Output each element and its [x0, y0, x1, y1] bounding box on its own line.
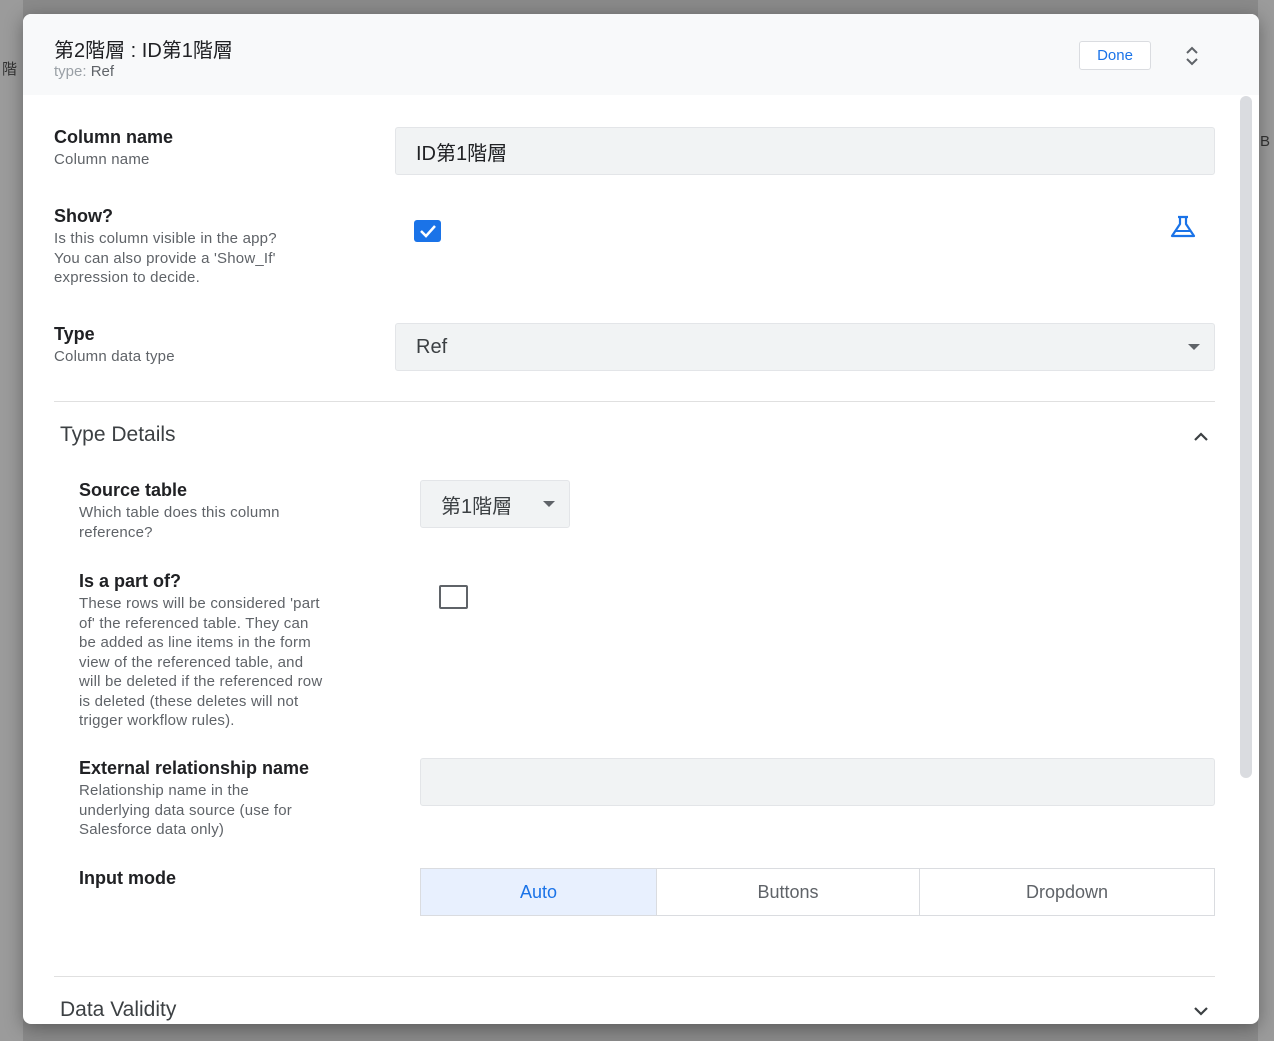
- source-table-description-line: Which table does this column: [79, 504, 280, 521]
- dialog-title: 第2階層 : ID第1階層: [54, 40, 233, 62]
- part-of-description: These rows will be considered 'part of' …: [79, 594, 322, 731]
- input-mode-auto-button[interactable]: Auto: [420, 868, 657, 916]
- show-description-line: You can also provide a 'Show_If': [54, 249, 276, 267]
- input-mode-label: Input mode: [79, 868, 176, 888]
- source-table-select-value: 第1階層: [441, 495, 513, 518]
- show-description-line: expression to decide.: [54, 269, 200, 286]
- type-select-value: Ref: [416, 335, 448, 358]
- part-of-description-line: is deleted (these deletes will not: [79, 692, 299, 710]
- done-button[interactable]: Done: [1079, 41, 1151, 70]
- type-label: Type: [54, 324, 95, 344]
- source-table-description-line: reference?: [79, 523, 153, 541]
- dropdown-arrow-icon: [1188, 344, 1200, 350]
- column-name-input[interactable]: ID第1階層: [395, 127, 1215, 175]
- external-relationship-description-line: Salesforce data only): [79, 821, 225, 838]
- type-description: Column data type: [54, 348, 175, 365]
- data-validity-title[interactable]: Data Validity: [60, 998, 176, 1022]
- dropdown-arrow-icon: [543, 501, 555, 507]
- chevron-down-icon[interactable]: [1193, 1006, 1209, 1016]
- scrollbar-thumb[interactable]: [1240, 96, 1252, 778]
- source-table-label: Source table: [79, 480, 188, 500]
- flask-icon[interactable]: [1169, 215, 1197, 239]
- background-text-left: 階: [2, 61, 18, 78]
- external-relationship-input[interactable]: [420, 758, 1215, 806]
- column-edit-dialog: 第2階層 : ID第1階層 type: Ref Done Column name…: [23, 14, 1259, 1024]
- part-of-label: Is a part of?: [79, 571, 182, 591]
- show-label: Show?: [54, 206, 113, 226]
- column-name-label: Column name: [54, 127, 174, 147]
- chevron-up-icon[interactable]: [1193, 432, 1209, 442]
- type-prefix: type:: [54, 63, 87, 80]
- source-table-select[interactable]: 第1階層: [420, 480, 570, 528]
- external-relationship-description: Relationship name in the underlying data…: [79, 781, 292, 840]
- part-of-checkbox[interactable]: [439, 585, 468, 609]
- dialog-header: 第2階層 : ID第1階層 type: Ref Done: [23, 14, 1259, 95]
- input-mode-buttons-button[interactable]: Buttons: [656, 868, 920, 916]
- type-select[interactable]: Ref: [395, 323, 1215, 371]
- input-mode-dropdown-button[interactable]: Dropdown: [919, 868, 1215, 916]
- dialog-subtitle: type: Ref: [54, 63, 114, 80]
- part-of-description-line: These rows will be considered 'part: [79, 595, 320, 612]
- source-table-description: Which table does this column reference?: [79, 503, 280, 542]
- section-divider: [54, 976, 1215, 977]
- section-divider: [54, 401, 1215, 402]
- unfold-less-icon[interactable]: [1184, 45, 1200, 67]
- external-relationship-label: External relationship name: [79, 758, 310, 778]
- checkmark-icon: [419, 225, 436, 238]
- type-details-title[interactable]: Type Details: [60, 423, 176, 447]
- background-panel-right: [1258, 0, 1274, 1041]
- column-name-description: Column name: [54, 151, 150, 168]
- part-of-description-line: of' the referenced table. They can: [79, 614, 309, 632]
- show-checkbox[interactable]: [414, 220, 441, 242]
- part-of-description-line: be added as line items in the form: [79, 634, 311, 651]
- type-value: Ref: [90, 63, 115, 80]
- background-panel-left: [0, 0, 23, 1041]
- show-description: Is this column visible in the app? You c…: [54, 229, 277, 288]
- external-relationship-description-line: underlying data source (use for: [79, 801, 292, 819]
- part-of-description-line: view of the referenced table, and: [79, 653, 304, 671]
- part-of-description-line: trigger workflow rules).: [79, 712, 235, 729]
- part-of-description-line: will be deleted if the referenced row: [79, 673, 323, 690]
- external-relationship-description-line: Relationship name in the: [79, 782, 249, 799]
- show-description-line: Is this column visible in the app?: [54, 230, 277, 247]
- background-text-right: B: [1260, 133, 1271, 150]
